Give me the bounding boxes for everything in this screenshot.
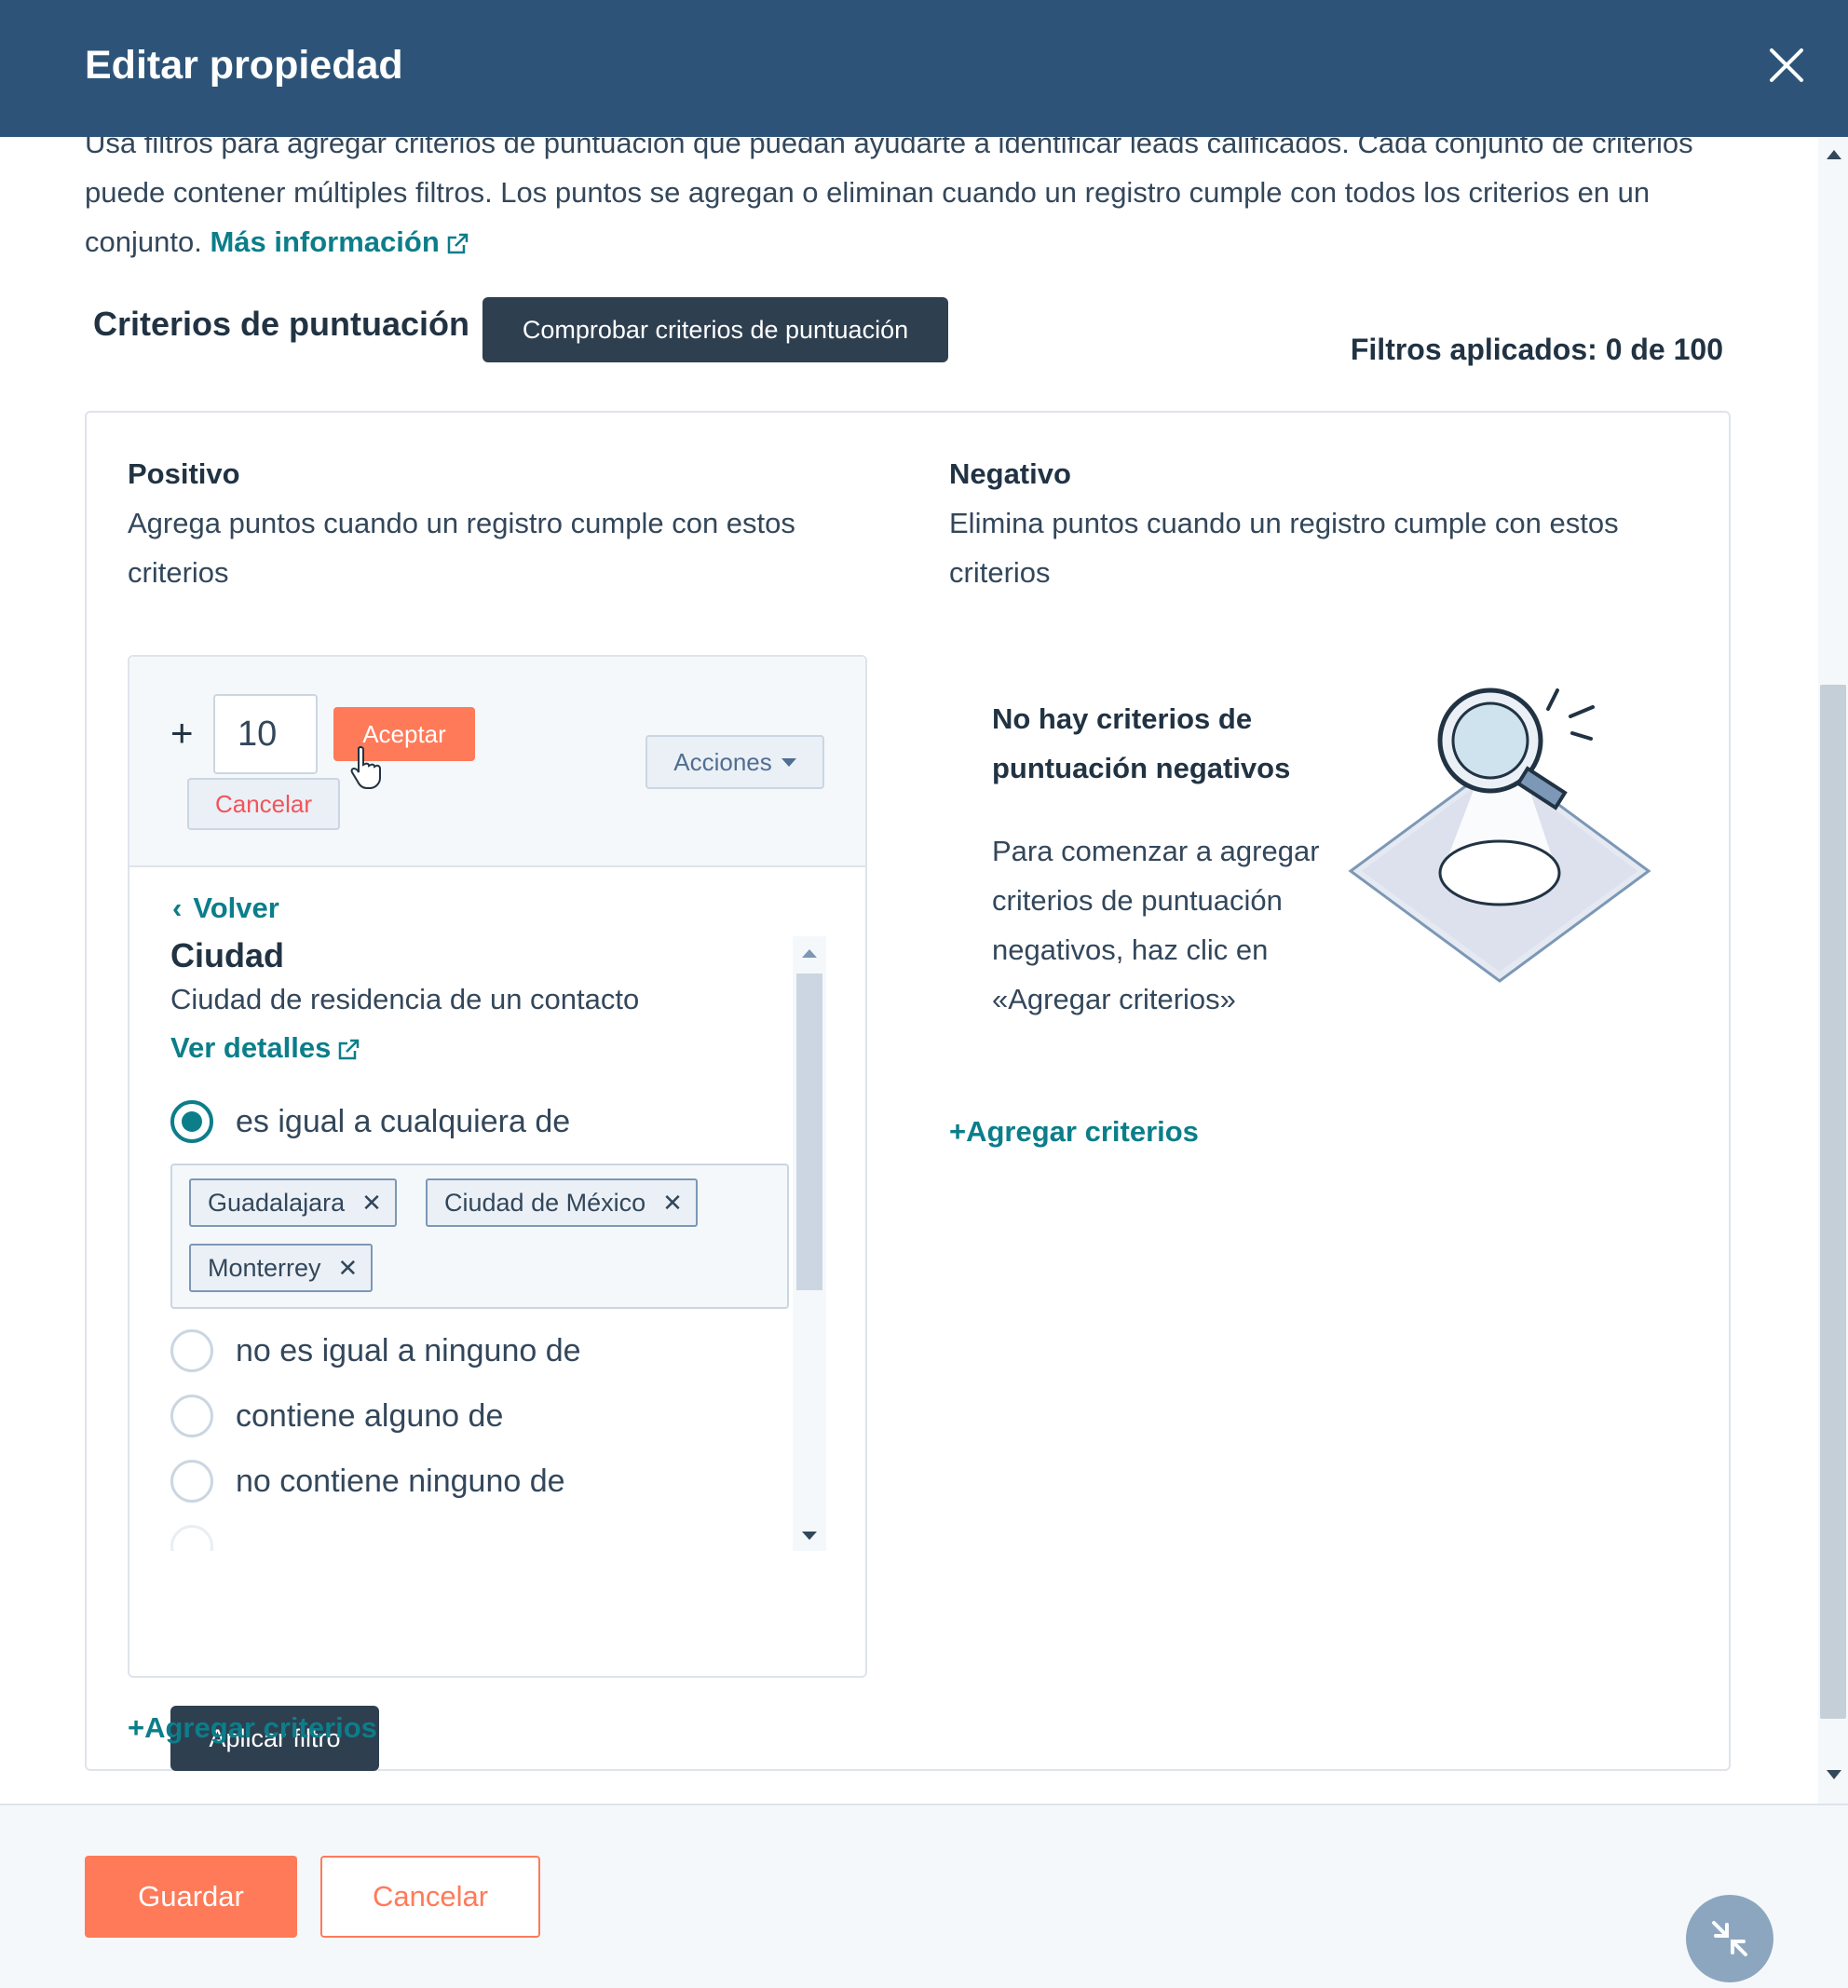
cancel-points-button[interactable]: Cancelar [187,778,340,830]
empty-desc-line-2: criterios de puntuación [992,884,1283,917]
tag-label: Monterrey [208,1253,321,1282]
value-tag: Guadalajara ✕ [189,1178,397,1227]
filters-applied-count: Filtros aplicados: 0 de 100 [1350,333,1723,366]
minimize-button[interactable] [1686,1895,1773,1982]
plus-sign: + [170,711,194,755]
empty-state-title: No hay criterios de puntuación negativos [992,694,1365,793]
modal-content: Usa filtros para agregar criterios de pu… [0,137,1818,1804]
view-details-link[interactable]: Ver detalles [170,1031,362,1065]
positive-description-line-1: Agrega puntos cuando un registro cumple … [128,507,795,539]
operator-list-scrollbar[interactable] [793,936,826,1551]
operator-more-cutoff[interactable] [170,1525,213,1551]
selected-values-box[interactable]: Guadalajara ✕ Ciudad de México ✕ Monterr… [170,1164,789,1309]
remove-tag-icon[interactable]: ✕ [662,1189,683,1218]
operator-label: no contiene ninguno de [236,1463,565,1499]
modal-footer: Guardar Cancelar [0,1804,1848,1988]
hand-cursor-icon [350,745,381,789]
scroll-up-icon[interactable] [802,949,817,958]
actions-label: Acciones [673,747,772,776]
operator-not-equals-any[interactable]: no es igual a ninguno de [170,1329,581,1372]
operator-contains-any[interactable]: contiene alguno de [170,1395,503,1437]
add-negative-criteria-link[interactable]: +Agregar criterios [949,1115,1199,1149]
operator-equals-any[interactable]: es igual a cualquiera de [170,1100,570,1143]
criteria-editor: + Aceptar Cancelar Acciones ‹ Volver Ciud… [128,655,867,1771]
back-label: Volver [193,892,279,924]
save-button[interactable]: Guardar [85,1856,297,1938]
property-filter-panel: Ciudad Ciudad de residencia de un contac… [170,936,841,1551]
empty-title-line-1: No hay criterios de [992,702,1253,735]
empty-state-description: Para comenzar a agregar criterios de pun… [992,826,1346,1024]
operator-label: es igual a cualquiera de [236,1103,571,1139]
actions-dropdown[interactable]: Acciones [645,735,824,789]
negative-description-line-2: criterios [949,556,1051,589]
chevron-left-icon: ‹ [172,892,183,924]
negative-heading: Negativo [949,457,1071,490]
radio-checked[interactable] [170,1100,213,1143]
collapse-arrows-icon [1712,1921,1747,1956]
value-tag: Monterrey ✕ [189,1244,374,1292]
tag-label: Guadalajara [208,1188,346,1217]
intro-line-1: Usa filtros para agregar criterios de pu… [85,137,1693,159]
scroll-thumb[interactable] [1820,685,1846,1719]
positive-heading: Positivo [128,457,240,490]
property-description: Ciudad de residencia de un contacto [170,983,640,1015]
modal-title: Editar propiedad [85,43,403,88]
intro-line-3: conjunto. Más información [85,217,1743,266]
back-link[interactable]: ‹ Volver [172,892,279,925]
cancel-button[interactable]: Cancelar [320,1856,540,1938]
operator-not-contains-any[interactable]: no contiene ninguno de [170,1460,565,1503]
radio-unchecked[interactable] [170,1460,213,1503]
property-name: Ciudad [170,936,284,974]
editor-points-bar: + Aceptar Cancelar Acciones [129,657,865,867]
close-button[interactable] [1759,37,1814,93]
remove-tag-icon[interactable]: ✕ [338,1254,359,1283]
empty-desc-line-3: negativos, haz clic en [992,933,1269,966]
empty-title-line-2: puntuación negativos [992,752,1291,784]
scoring-criteria-title: Criterios de puntuación [93,305,470,343]
intro-line-3-text: conjunto. [85,225,211,258]
close-icon [1770,48,1803,82]
radio-unchecked[interactable] [170,1329,213,1372]
check-scoring-criteria-button[interactable]: Comprobar criterios de puntuación [482,297,948,362]
empty-desc-line-4: «Agregar criterios» [992,983,1236,1015]
radio-unchecked[interactable] [170,1395,213,1437]
learn-more-link[interactable]: Más información [210,225,470,258]
remove-tag-icon[interactable]: ✕ [361,1189,382,1218]
modal-scrollbar[interactable] [1818,137,1848,1804]
magnifying-glass-illustration-icon [1348,688,1651,983]
positive-description-line-2: criterios [128,556,229,589]
radio-unchecked[interactable] [170,1525,213,1551]
value-tag: Ciudad de México ✕ [426,1178,698,1227]
scroll-down-icon[interactable] [802,1532,817,1540]
add-positive-criteria-link[interactable]: +Agregar criterios [128,1711,377,1745]
points-input[interactable] [213,694,318,774]
external-link-icon [339,1039,360,1060]
intro-text: Usa filtros para agregar criterios de pu… [85,137,1743,266]
operator-label: no es igual a ninguno de [236,1332,581,1368]
negative-description-line-1: Elimina puntos cuando un registro cumple… [949,507,1619,539]
tag-label: Ciudad de México [444,1188,646,1217]
view-details-label: Ver detalles [170,1031,332,1064]
external-link-icon [447,233,469,254]
modal-header: Editar propiedad [0,0,1848,137]
scroll-thumb[interactable] [796,974,822,1290]
positive-description: Agrega puntos cuando un registro cumple … [128,498,795,597]
learn-more-label: Más información [210,225,440,258]
scroll-down-icon[interactable] [1827,1770,1841,1779]
intro-line-2: puede contener múltiples filtros. Los pu… [85,176,1651,209]
scroll-up-icon[interactable] [1827,150,1841,159]
caret-down-icon [781,757,796,767]
negative-description: Elimina puntos cuando un registro cumple… [949,498,1619,597]
operator-label: contiene alguno de [236,1397,504,1434]
empty-desc-line-1: Para comenzar a agregar [992,835,1320,867]
